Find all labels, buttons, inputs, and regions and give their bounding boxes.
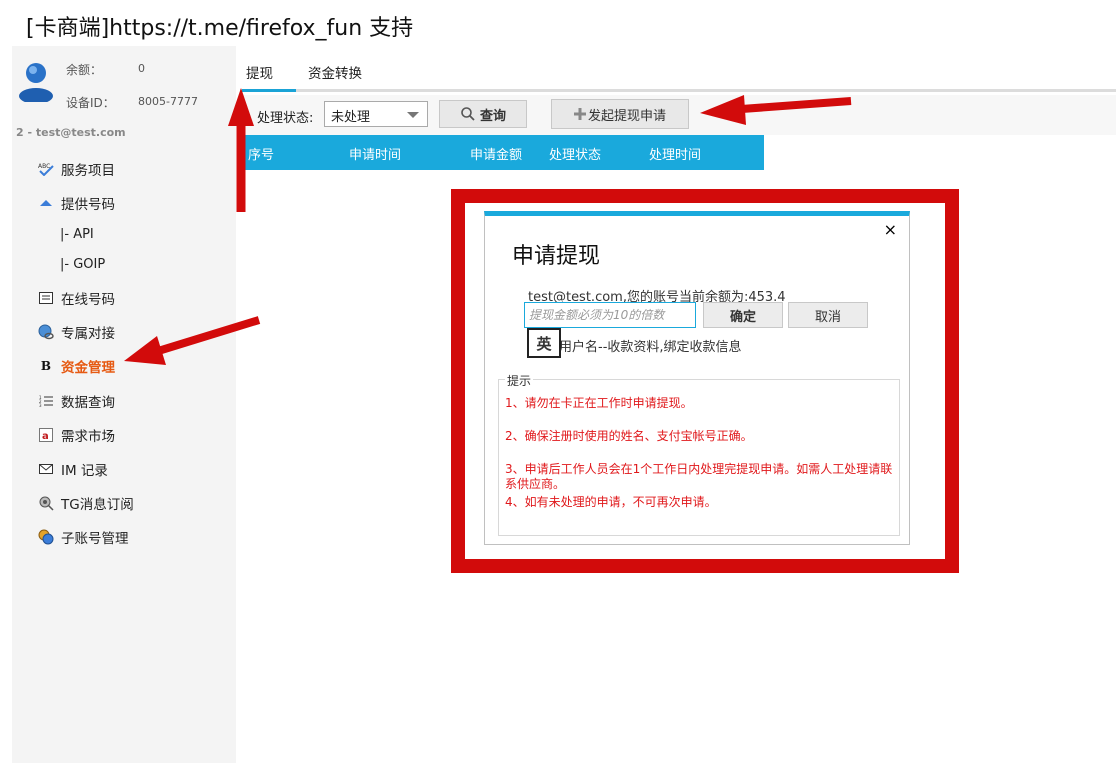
annotation-arrows (124, 88, 852, 365)
arrow-to-funds-icon (153, 316, 261, 356)
arrow-to-apply-icon (727, 97, 852, 114)
arrow-to-apply-head-icon (700, 95, 746, 125)
arrow-up-to-tab-head-icon (228, 88, 254, 126)
arrow-to-funds-head-icon (124, 336, 166, 365)
